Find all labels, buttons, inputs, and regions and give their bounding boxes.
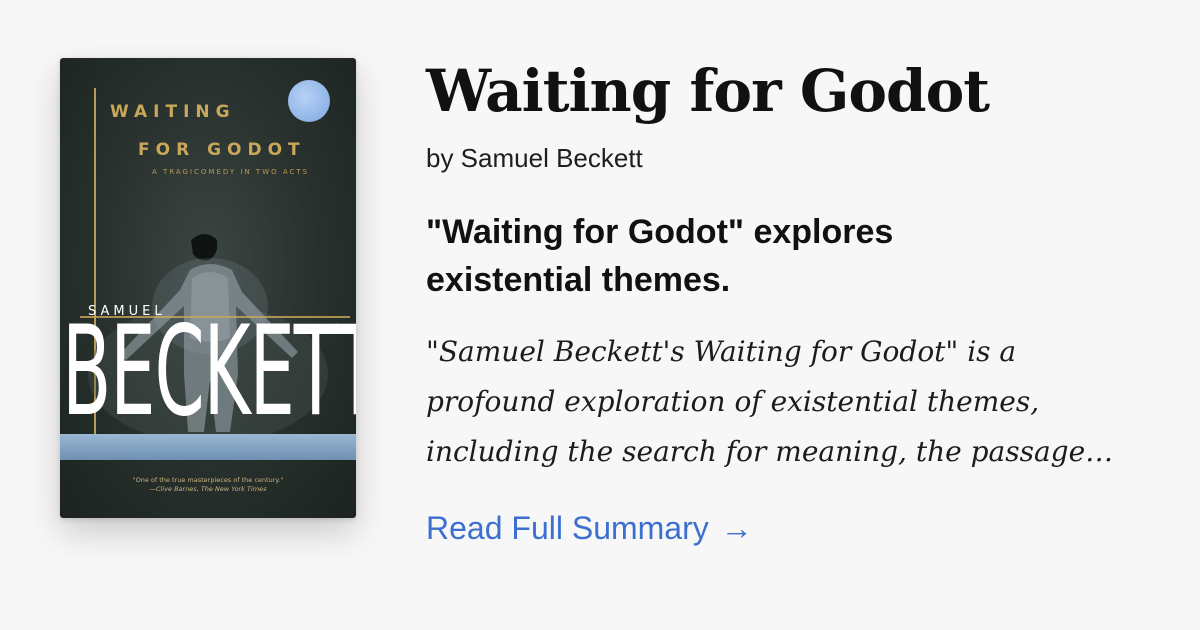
summary-excerpt-line: including the search for meaning, the pa…	[426, 435, 1114, 468]
cover-title-line1: WAITING	[110, 102, 236, 122]
summary-excerpt-line: "Samuel Beckett's Waiting for Godot" is …	[426, 335, 1017, 368]
read-full-summary-label: Read Full Summary	[426, 510, 709, 546]
cover-title-line2: FOR GODOT	[138, 140, 306, 160]
arrow-right-icon: →	[720, 510, 753, 546]
cover-author-last: BECKETT	[62, 300, 356, 444]
cover-subtitle: A TRAGICOMEDY IN TWO ACTS	[152, 168, 310, 176]
summary-excerpt-line: profound exploration of existential them…	[426, 385, 1040, 418]
book-title: Waiting for Godot	[426, 57, 990, 125]
cover-quote-text: "One of the true masterpieces of the cen…	[132, 476, 284, 484]
author-byline: by Samuel Beckett	[426, 143, 643, 173]
cover-moon	[288, 80, 330, 122]
cover-quote-attribution: —Clive Barnes, The New York Times	[149, 485, 267, 493]
read-full-summary-link[interactable]: Read Full Summary →	[426, 508, 753, 548]
book-cover: WAITING FOR GODOT A TRAGICOMEDY IN TWO A…	[60, 58, 356, 518]
cover-quote: "One of the true masterpieces of the cen…	[60, 476, 356, 494]
summary-excerpt: "Samuel Beckett's Waiting for Godot" is …	[426, 327, 1166, 477]
summary-headline: "Waiting for Godot" explores existential…	[426, 213, 894, 299]
